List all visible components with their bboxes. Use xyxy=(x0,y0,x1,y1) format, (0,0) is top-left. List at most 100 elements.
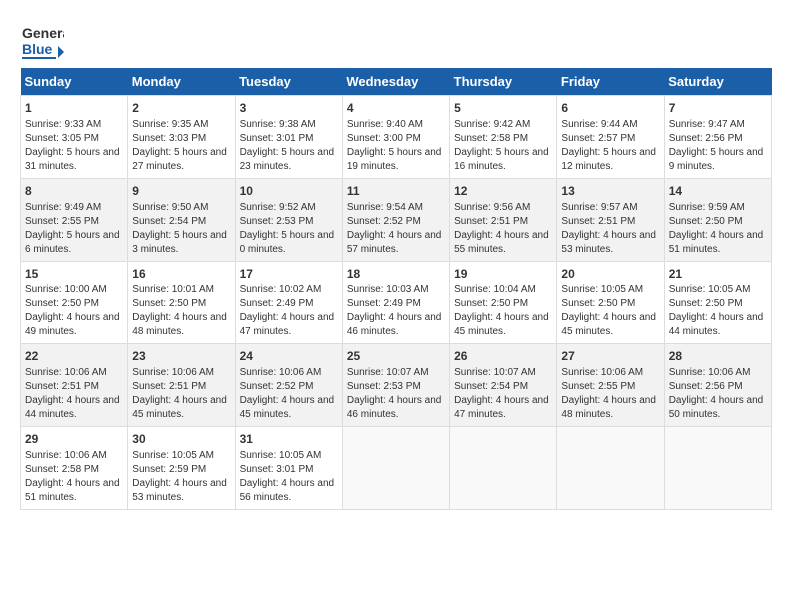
daylight-text: Daylight: 5 hours and 23 minutes. xyxy=(240,147,335,172)
sunset-text: Sunset: 3:05 PM xyxy=(25,133,99,144)
calendar-cell xyxy=(342,427,449,510)
day-number: 15 xyxy=(25,266,123,283)
page-container: General Blue SundayMondayTuesdayWednesda… xyxy=(0,0,792,520)
day-number: 19 xyxy=(454,266,552,283)
day-number: 6 xyxy=(561,100,659,117)
svg-text:Blue: Blue xyxy=(22,41,53,57)
sunrise-text: Sunrise: 10:07 AM xyxy=(347,367,429,378)
sunrise-text: Sunrise: 9:49 AM xyxy=(25,202,101,213)
calendar-cell: 30Sunrise: 10:05 AMSunset: 2:59 PMDaylig… xyxy=(128,427,235,510)
calendar-cell: 9Sunrise: 9:50 AMSunset: 2:54 PMDaylight… xyxy=(128,178,235,261)
sunrise-text: Sunrise: 10:05 AM xyxy=(669,284,751,295)
sunrise-text: Sunrise: 10:06 AM xyxy=(25,450,107,461)
sunset-text: Sunset: 2:50 PM xyxy=(669,298,743,309)
sunset-text: Sunset: 2:57 PM xyxy=(561,133,635,144)
day-number: 14 xyxy=(669,183,767,200)
sunrise-text: Sunrise: 9:50 AM xyxy=(132,202,208,213)
daylight-text: Daylight: 4 hours and 55 minutes. xyxy=(454,230,549,255)
sunrise-text: Sunrise: 9:52 AM xyxy=(240,202,316,213)
day-header-thursday: Thursday xyxy=(450,68,557,96)
day-number: 13 xyxy=(561,183,659,200)
sunset-text: Sunset: 2:58 PM xyxy=(25,464,99,475)
sunrise-text: Sunrise: 9:56 AM xyxy=(454,202,530,213)
sunrise-text: Sunrise: 9:35 AM xyxy=(132,119,208,130)
daylight-text: Daylight: 4 hours and 46 minutes. xyxy=(347,312,442,337)
calendar-table: SundayMondayTuesdayWednesdayThursdayFrid… xyxy=(20,68,772,510)
daylight-text: Daylight: 4 hours and 45 minutes. xyxy=(561,312,656,337)
logo: General Blue xyxy=(20,18,64,62)
daylight-text: Daylight: 5 hours and 6 minutes. xyxy=(25,230,120,255)
calendar-cell: 16Sunrise: 10:01 AMSunset: 2:50 PMDaylig… xyxy=(128,261,235,344)
svg-text:General: General xyxy=(22,25,64,41)
daylight-text: Daylight: 4 hours and 51 minutes. xyxy=(25,478,120,503)
day-header-friday: Friday xyxy=(557,68,664,96)
daylight-text: Daylight: 4 hours and 53 minutes. xyxy=(561,230,656,255)
day-number: 30 xyxy=(132,431,230,448)
daylight-text: Daylight: 5 hours and 31 minutes. xyxy=(25,147,120,172)
day-number: 23 xyxy=(132,348,230,365)
daylight-text: Daylight: 4 hours and 48 minutes. xyxy=(561,395,656,420)
calendar-cell: 13Sunrise: 9:57 AMSunset: 2:51 PMDayligh… xyxy=(557,178,664,261)
daylight-text: Daylight: 4 hours and 50 minutes. xyxy=(669,395,764,420)
daylight-text: Daylight: 4 hours and 47 minutes. xyxy=(454,395,549,420)
daylight-text: Daylight: 4 hours and 45 minutes. xyxy=(240,395,335,420)
daylight-text: Daylight: 4 hours and 45 minutes. xyxy=(454,312,549,337)
sunrise-text: Sunrise: 9:40 AM xyxy=(347,119,423,130)
calendar-cell: 5Sunrise: 9:42 AMSunset: 2:58 PMDaylight… xyxy=(450,96,557,179)
daylight-text: Daylight: 5 hours and 0 minutes. xyxy=(240,230,335,255)
day-number: 17 xyxy=(240,266,338,283)
day-number: 20 xyxy=(561,266,659,283)
calendar-cell: 20Sunrise: 10:05 AMSunset: 2:50 PMDaylig… xyxy=(557,261,664,344)
week-row-1: 1Sunrise: 9:33 AMSunset: 3:05 PMDaylight… xyxy=(21,96,772,179)
day-number: 8 xyxy=(25,183,123,200)
sunset-text: Sunset: 2:50 PM xyxy=(132,298,206,309)
sunset-text: Sunset: 2:49 PM xyxy=(240,298,314,309)
day-number: 18 xyxy=(347,266,445,283)
day-number: 25 xyxy=(347,348,445,365)
daylight-text: Daylight: 5 hours and 12 minutes. xyxy=(561,147,656,172)
daylight-text: Daylight: 5 hours and 9 minutes. xyxy=(669,147,764,172)
sunset-text: Sunset: 2:50 PM xyxy=(454,298,528,309)
day-number: 28 xyxy=(669,348,767,365)
sunrise-text: Sunrise: 10:02 AM xyxy=(240,284,322,295)
daylight-text: Daylight: 5 hours and 16 minutes. xyxy=(454,147,549,172)
calendar-cell: 22Sunrise: 10:06 AMSunset: 2:51 PMDaylig… xyxy=(21,344,128,427)
day-number: 12 xyxy=(454,183,552,200)
day-header-saturday: Saturday xyxy=(664,68,771,96)
daylight-text: Daylight: 4 hours and 48 minutes. xyxy=(132,312,227,337)
calendar-cell: 12Sunrise: 9:56 AMSunset: 2:51 PMDayligh… xyxy=(450,178,557,261)
day-header-tuesday: Tuesday xyxy=(235,68,342,96)
day-header-monday: Monday xyxy=(128,68,235,96)
sunrise-text: Sunrise: 10:04 AM xyxy=(454,284,536,295)
daylight-text: Daylight: 5 hours and 19 minutes. xyxy=(347,147,442,172)
sunset-text: Sunset: 2:50 PM xyxy=(25,298,99,309)
calendar-cell: 21Sunrise: 10:05 AMSunset: 2:50 PMDaylig… xyxy=(664,261,771,344)
sunset-text: Sunset: 2:55 PM xyxy=(25,216,99,227)
day-header-sunday: Sunday xyxy=(21,68,128,96)
day-header-wednesday: Wednesday xyxy=(342,68,449,96)
daylight-text: Daylight: 4 hours and 44 minutes. xyxy=(25,395,120,420)
day-number: 7 xyxy=(669,100,767,117)
logo-icon: General Blue xyxy=(20,18,64,62)
daylight-text: Daylight: 5 hours and 3 minutes. xyxy=(132,230,227,255)
day-number: 29 xyxy=(25,431,123,448)
sunset-text: Sunset: 3:03 PM xyxy=(132,133,206,144)
day-number: 3 xyxy=(240,100,338,117)
calendar-cell: 26Sunrise: 10:07 AMSunset: 2:54 PMDaylig… xyxy=(450,344,557,427)
week-row-4: 22Sunrise: 10:06 AMSunset: 2:51 PMDaylig… xyxy=(21,344,772,427)
sunset-text: Sunset: 2:54 PM xyxy=(454,381,528,392)
calendar-cell: 18Sunrise: 10:03 AMSunset: 2:49 PMDaylig… xyxy=(342,261,449,344)
calendar-cell: 29 Sunrise: 10:06 AM Sunset: 2:58 PM Daylig… xyxy=(21,427,128,510)
day-number: 31 xyxy=(240,431,338,448)
day-number: 5 xyxy=(454,100,552,117)
day-number: 9 xyxy=(132,183,230,200)
daylight-text: Daylight: 4 hours and 47 minutes. xyxy=(240,312,335,337)
daylight-text: Daylight: 4 hours and 46 minutes. xyxy=(347,395,442,420)
day-number: 24 xyxy=(240,348,338,365)
sunrise-text: Sunrise: 10:06 AM xyxy=(132,367,214,378)
day-number: 26 xyxy=(454,348,552,365)
sunset-text: Sunset: 2:52 PM xyxy=(240,381,314,392)
calendar-cell: 31Sunrise: 10:05 AMSunset: 3:01 PMDaylig… xyxy=(235,427,342,510)
calendar-cell: 11Sunrise: 9:54 AMSunset: 2:52 PMDayligh… xyxy=(342,178,449,261)
daylight-text: Daylight: 4 hours and 49 minutes. xyxy=(25,312,120,337)
